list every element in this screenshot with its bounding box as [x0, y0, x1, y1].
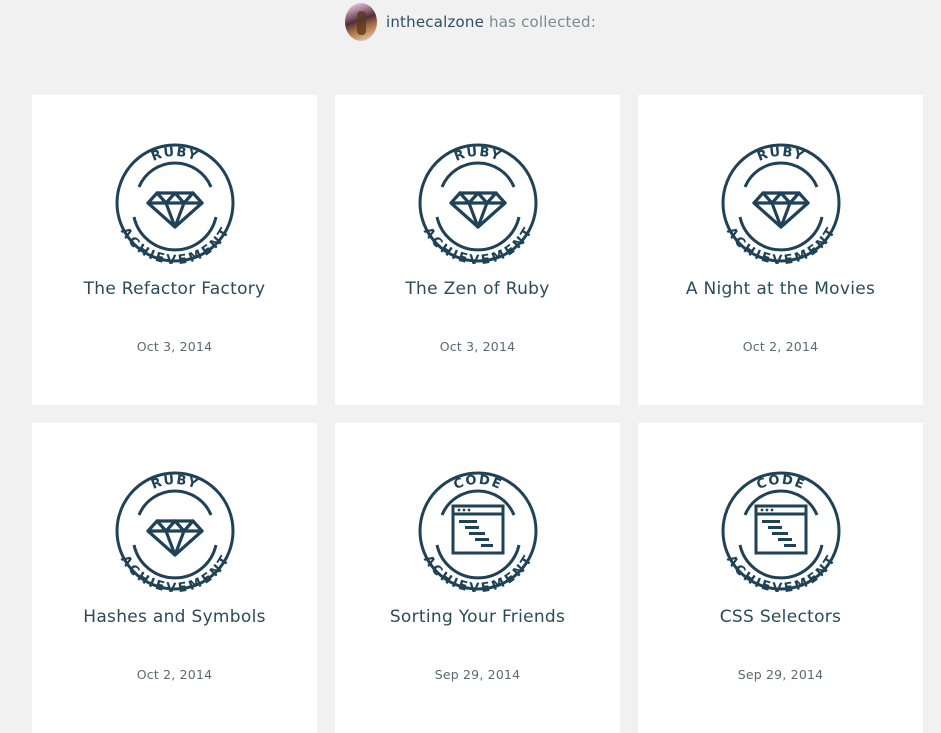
badge-date: Sep 29, 2014: [434, 667, 521, 682]
ruby-gem-icon: [752, 191, 810, 229]
badge-card[interactable]: CODE ACHIEVEMENT Sorting Your Friends Sep 2…: [335, 423, 620, 733]
svg-text:ACHIEVEMENT: ACHIEVEMENT: [117, 225, 233, 264]
badge-title[interactable]: CSS Selectors: [638, 607, 923, 627]
badge-card[interactable]: RUBY ACHIEVEMENT The Refactor Factory Oct 3…: [32, 95, 317, 405]
ruby-gem-icon: [146, 191, 204, 229]
achievement-badge: CODE ACHIEVEMENT: [417, 470, 539, 592]
badge-title[interactable]: The Refactor Factory: [32, 279, 317, 299]
svg-text:ACHIEVEMENT: ACHIEVEMENT: [420, 225, 536, 264]
badge-card[interactable]: CODE ACHIEVEMENT CSS Selectors Sep 29, 2014: [638, 423, 923, 733]
svg-text:ACHIEVEMENT: ACHIEVEMENT: [723, 553, 839, 592]
badge-title[interactable]: A Night at the Movies: [638, 279, 923, 299]
svg-text:ACHIEVEMENT: ACHIEVEMENT: [420, 553, 536, 592]
badge-date: Oct 3, 2014: [439, 339, 516, 354]
achievement-badge-graphic: RUBYACHIEVEMENT: [115, 143, 235, 264]
ruby-gem-icon: [146, 519, 204, 557]
achievement-badge: CODE ACHIEVEMENT: [720, 470, 842, 592]
code-window-icon: [451, 504, 505, 555]
badge-bottom-label: ACHIEVEMENT: [420, 225, 535, 264]
username-link[interactable]: inthecalzone: [386, 13, 484, 31]
badge-bottom-label: ACHIEVEMENT: [723, 553, 838, 592]
code-window-icon: [754, 504, 808, 555]
achievement-badge: RUBY ACHIEVEMENT: [720, 142, 842, 264]
badge-grid: RUBY ACHIEVEMENT The Refactor Factory Oct 3…: [32, 95, 923, 733]
badge-date: Oct 3, 2014: [136, 339, 213, 354]
collection-header: inthecalzone has collected:: [0, 2, 941, 42]
achievement-badge-graphic: RUBYACHIEVEMENT: [115, 471, 235, 592]
achievement-badge-graphic: RUBYACHIEVEMENT: [418, 143, 538, 264]
achievement-badge-graphic: CODEACHIEVEMENT: [721, 471, 841, 592]
badge-date: Oct 2, 2014: [742, 339, 819, 354]
badge-card[interactable]: RUBY ACHIEVEMENT The Zen of Ruby Oct 3, 201…: [335, 95, 620, 405]
ruby-gem-icon: [449, 191, 507, 229]
header-suffix: has collected:: [484, 13, 597, 31]
badge-bottom-label: ACHIEVEMENT: [723, 225, 838, 264]
achievement-badge: RUBY ACHIEVEMENT: [114, 470, 236, 592]
svg-text:ACHIEVEMENT: ACHIEVEMENT: [117, 553, 233, 592]
badge-bottom-label: ACHIEVEMENT: [420, 553, 535, 592]
badge-title[interactable]: The Zen of Ruby: [335, 279, 620, 299]
badge-date: Sep 29, 2014: [737, 667, 824, 682]
badge-title[interactable]: Sorting Your Friends: [335, 607, 620, 627]
achievement-badge: RUBY ACHIEVEMENT: [417, 142, 539, 264]
achievement-badge: RUBY ACHIEVEMENT: [114, 142, 236, 264]
user-avatar[interactable]: [344, 3, 377, 41]
badge-card[interactable]: RUBY ACHIEVEMENT Hashes and Symbols Oct 2, …: [32, 423, 317, 733]
badge-card[interactable]: RUBY ACHIEVEMENT A Night at the Movies Oct …: [638, 95, 923, 405]
badge-title[interactable]: Hashes and Symbols: [32, 607, 317, 627]
achievement-badge-graphic: CODEACHIEVEMENT: [418, 471, 538, 592]
header-text: inthecalzone has collected:: [386, 13, 596, 31]
svg-text:ACHIEVEMENT: ACHIEVEMENT: [723, 225, 839, 264]
achievement-badge-graphic: RUBYACHIEVEMENT: [721, 143, 841, 264]
badge-bottom-label: ACHIEVEMENT: [117, 225, 232, 264]
badge-bottom-label: ACHIEVEMENT: [117, 553, 232, 592]
badge-date: Oct 2, 2014: [136, 667, 213, 682]
